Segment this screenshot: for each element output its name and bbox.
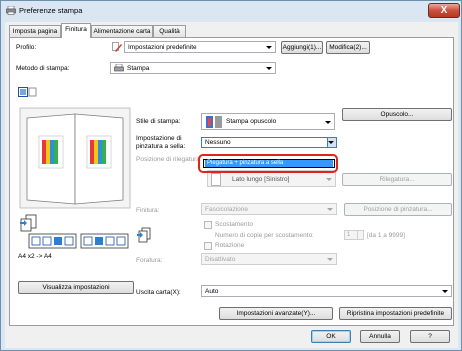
output-select[interactable]: Auto bbox=[201, 285, 452, 297]
chevron-down-icon bbox=[266, 67, 272, 70]
saddle-stitch-select[interactable]: Nessuno bbox=[201, 137, 337, 148]
highlight-ring bbox=[198, 154, 338, 173]
chevron-down-icon bbox=[266, 46, 272, 49]
preview-caption: A4 x2 -> A4 bbox=[18, 253, 52, 260]
offset-checkbox[interactable] bbox=[204, 221, 212, 229]
chevron-down-icon bbox=[327, 208, 333, 211]
layout-summary-icons bbox=[28, 233, 129, 249]
chevron-down-icon bbox=[328, 141, 334, 144]
offset-copies-value: 1 bbox=[347, 232, 351, 238]
output-label: Uscita carta(X): bbox=[136, 289, 181, 296]
rotation-label: Rotazione bbox=[215, 242, 245, 249]
printer-icon bbox=[114, 64, 124, 72]
preview-mode-icon[interactable] bbox=[18, 87, 38, 97]
window-title: Preferenze stampa bbox=[19, 6, 83, 15]
finishing-label: Finitura: bbox=[136, 207, 160, 214]
view-settings-button[interactable]: Visualizza impostazioni bbox=[18, 281, 134, 294]
profile-value: Impostazioni predefinite bbox=[128, 44, 197, 51]
binding-button[interactable]: Rilegatura... bbox=[342, 173, 452, 186]
print-style-label: Stile di stampa: bbox=[136, 118, 181, 125]
punch-label: Foratura: bbox=[136, 257, 163, 264]
offset-copies-spinner[interactable]: 1 bbox=[344, 230, 364, 240]
spinner-arrows-icon[interactable] bbox=[357, 231, 363, 239]
tab-quality[interactable]: Qualità bbox=[153, 25, 186, 37]
offset-output-icon bbox=[137, 227, 151, 243]
print-method-value: Stampa bbox=[127, 65, 150, 72]
chevron-down-icon bbox=[325, 121, 331, 124]
punch-select[interactable]: Disattivato bbox=[201, 253, 337, 265]
finishing-value: Fascicolazione bbox=[205, 206, 248, 213]
booklet-preview-image bbox=[19, 107, 131, 209]
output-value: Auto bbox=[205, 288, 219, 295]
offset-copies-label: Numero di copie per scostamento: bbox=[215, 232, 314, 239]
binding-label: Posizione di rilegatura: bbox=[136, 156, 202, 163]
print-method-label: Metodo di stampa: bbox=[16, 65, 70, 72]
saddle-stitch-value: Nessuno bbox=[205, 139, 231, 146]
punch-value: Disattivato bbox=[205, 256, 236, 263]
profile-select[interactable]: Impostazioni predefinite bbox=[124, 41, 276, 53]
dialog-client-area: Imposta pagina Finitura Alimentazione ca… bbox=[5, 22, 458, 348]
finishing-select[interactable]: Fascicolazione bbox=[201, 203, 337, 215]
edit-profile-button[interactable]: Modifica(2)... bbox=[326, 41, 370, 54]
saddle-stitch-label-1: Impostazione di bbox=[136, 135, 182, 142]
output-orientation-icon bbox=[20, 214, 37, 232]
printer-preferences-window: Preferenze stampa X Imposta pagina Finit… bbox=[0, 0, 462, 351]
booklet-button[interactable]: Opuscolo... bbox=[342, 108, 452, 121]
chevron-down-icon bbox=[442, 290, 448, 293]
print-style-value: Stampa opuscolo bbox=[226, 118, 277, 125]
chevron-down-icon bbox=[327, 258, 333, 261]
finishing-panel: Profilo: Impostazioni predefinite Aggiun… bbox=[9, 37, 454, 326]
rotation-checkbox[interactable] bbox=[204, 242, 212, 250]
offset-label: Scostamento bbox=[215, 221, 253, 228]
ok-button[interactable]: OK bbox=[311, 330, 351, 343]
booklet-icon bbox=[206, 116, 222, 128]
restore-defaults-button[interactable]: Ripristina impostazioni predefinite bbox=[339, 307, 452, 320]
advanced-settings-button[interactable]: Impostazioni avanzate(Y)... bbox=[219, 307, 333, 320]
tab-page-setup[interactable]: Imposta pagina bbox=[9, 25, 61, 37]
close-button[interactable]: X bbox=[428, 3, 460, 18]
offset-range-label: [da 1 a 9999] bbox=[367, 232, 405, 239]
printer-icon bbox=[6, 6, 16, 15]
cancel-button[interactable]: Annulla bbox=[360, 330, 400, 343]
add-profile-button[interactable]: Aggiungi(1)... bbox=[281, 41, 323, 54]
print-method-select[interactable]: Stampa bbox=[110, 62, 276, 74]
profile-icon bbox=[112, 42, 122, 52]
page-icon bbox=[211, 173, 221, 186]
profile-label: Profilo: bbox=[16, 44, 37, 51]
staple-position-button[interactable]: Posizione di pinzatura... bbox=[344, 203, 452, 216]
help-button[interactable]: ? bbox=[410, 330, 450, 343]
tab-paper-source[interactable]: Alimentazione carta bbox=[91, 25, 153, 37]
saddle-stitch-label-2: pinzatura a sella: bbox=[136, 143, 186, 150]
binding-value: Lato lungo [Sinistro] bbox=[232, 176, 290, 183]
tab-finishing[interactable]: Finitura bbox=[61, 23, 91, 38]
title-bar: Preferenze stampa X bbox=[1, 1, 461, 21]
print-style-select[interactable]: Stampa opuscolo bbox=[201, 113, 335, 130]
chevron-down-icon bbox=[326, 178, 332, 181]
